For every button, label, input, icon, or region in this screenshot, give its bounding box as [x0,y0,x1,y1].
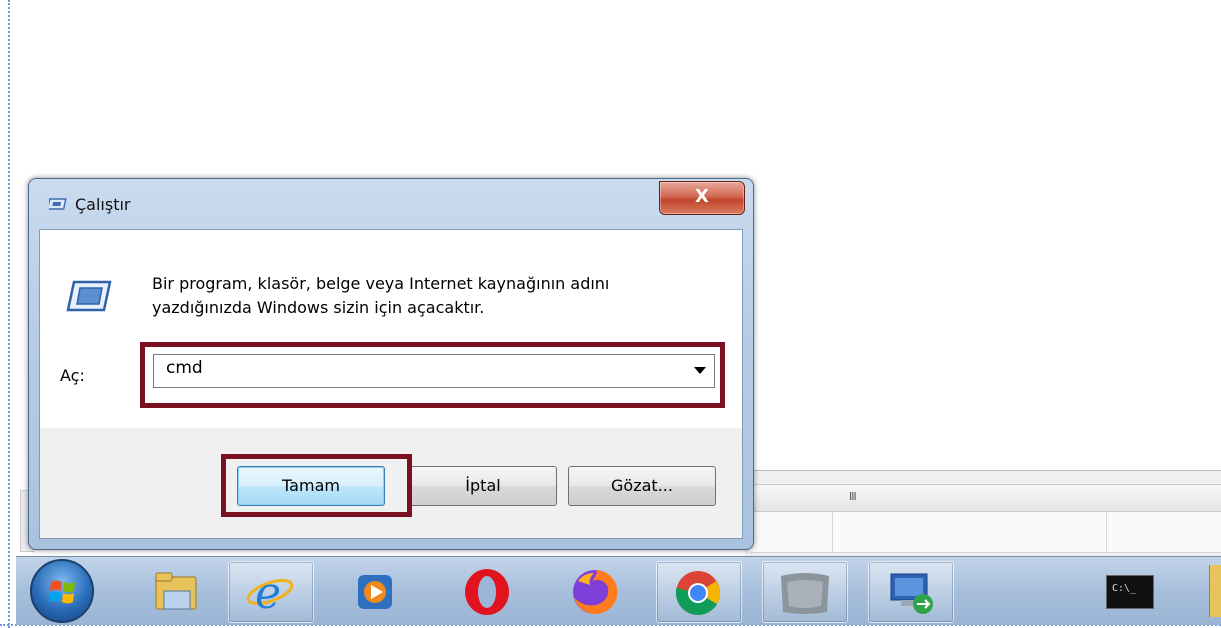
command-prompt-icon-text: C:\_ [1112,583,1137,594]
taskbar-chrome[interactable] [656,561,742,623]
start-button[interactable] [30,559,94,623]
background-list-row [750,512,1221,553]
open-label: Aç: [60,366,85,385]
command-prompt-icon: C:\_ [1106,575,1154,609]
close-button[interactable]: X [659,181,745,215]
run-icon [66,280,112,312]
svg-text:e: e [255,570,281,614]
ok-highlight-box [221,454,412,517]
dialog-description: Bir program, klasör, belge veya Internet… [152,274,610,317]
cancel-button[interactable]: İptal [409,466,557,506]
run-dialog: Çalıştır X Bir program, klasör, belge ve… [28,178,754,550]
blurred-app-icon [781,573,829,614]
media-player-icon [358,575,392,609]
taskbar-media-player[interactable] [334,561,418,621]
input-highlight-box [140,342,725,408]
folder-icon [155,572,197,610]
windows-logo-icon [49,580,75,604]
dialog-client-area: Bir program, klasör, belge veya Internet… [39,229,743,539]
browse-button[interactable]: Gözat... [568,466,716,506]
run-title-icon [49,198,67,210]
dialog-title: Çalıştır [75,195,131,214]
taskbar-opera[interactable] [444,561,528,621]
opera-icon [465,569,509,615]
taskbar-blurred-app[interactable] [762,561,848,623]
dotted-guide-vertical [8,0,10,628]
taskbar-file-explorer[interactable] [134,561,218,621]
chrome-icon [675,571,720,615]
background-horizontal-scrollbar[interactable]: III [750,484,1221,512]
taskbar-firefox[interactable] [552,561,636,621]
remote-desktop-icon [890,573,933,614]
taskbar-internet-explorer[interactable]: e [228,561,314,623]
taskbar-remote-desktop[interactable] [868,561,954,623]
scrollbar-grip[interactable]: III [849,490,857,503]
taskbar: e C:\_ [16,556,1221,625]
firefox-icon [573,569,618,614]
taskbar-command-prompt[interactable]: C:\_ [1092,561,1176,621]
internet-explorer-icon: e [246,570,294,614]
taskbar-overflow-item[interactable] [1209,565,1221,617]
